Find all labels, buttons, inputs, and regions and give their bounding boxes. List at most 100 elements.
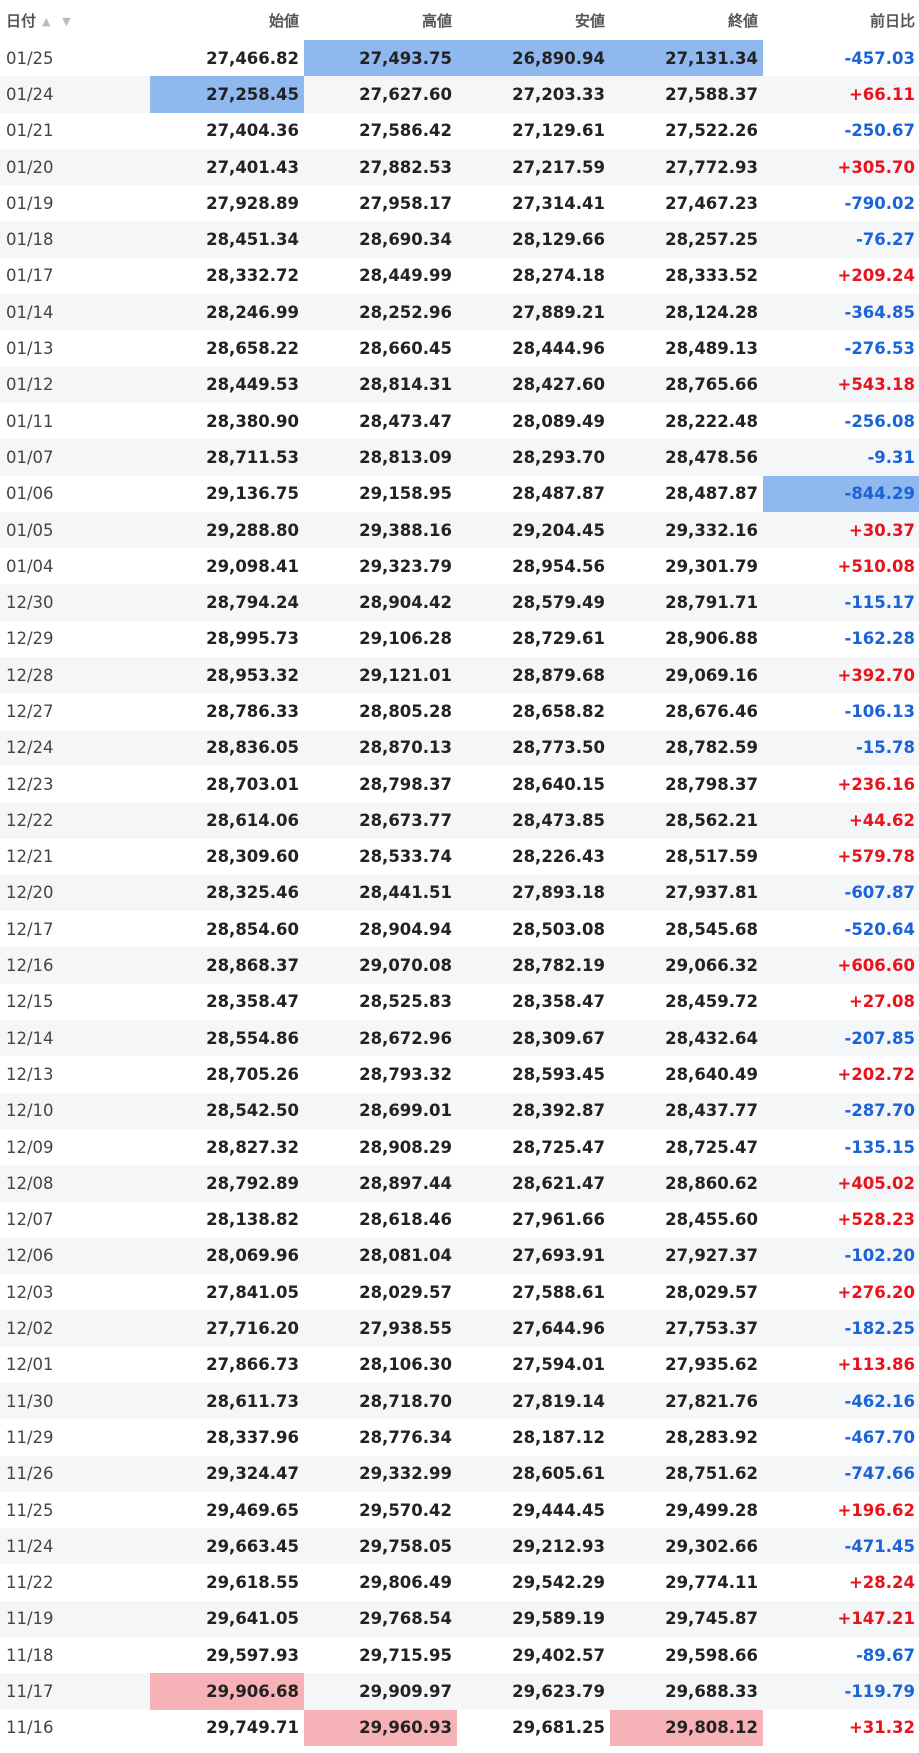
column-header-low[interactable]: 安値 — [457, 0, 610, 40]
cell-change: -207.85 — [844, 1028, 915, 1048]
cell-high: 28,699.01 — [359, 1101, 452, 1121]
cell-date: 01/04 — [6, 556, 54, 576]
cell-low: 28,427.60 — [512, 375, 605, 395]
cell-close: 28,517.59 — [665, 847, 758, 867]
cell-low: 27,693.91 — [512, 1246, 605, 1266]
cell-open: 28,138.82 — [206, 1210, 299, 1230]
cell-close: 29,774.11 — [665, 1573, 758, 1593]
cell-close: 27,522.26 — [665, 121, 758, 141]
column-header-close[interactable]: 終値 — [610, 0, 763, 40]
cell-high: 27,938.55 — [359, 1319, 452, 1339]
column-header-change[interactable]: 前日比 — [763, 0, 919, 40]
cell-change: -747.66 — [844, 1464, 915, 1484]
cell-open: 28,309.60 — [206, 847, 299, 867]
cell-high: 28,718.70 — [359, 1391, 452, 1411]
cell-low: 28,593.45 — [512, 1064, 605, 1084]
cell-date: 01/11 — [6, 411, 54, 431]
cell-change: -276.53 — [844, 339, 915, 359]
cell-close: 28,798.37 — [665, 774, 758, 794]
cell-low: 28,187.12 — [512, 1427, 605, 1447]
cell-high: 29,070.08 — [359, 956, 452, 976]
cell-change: +202.72 — [837, 1064, 916, 1084]
cell-change: +543.18 — [837, 375, 916, 395]
cell-change: -162.28 — [844, 629, 915, 649]
cell-close: 28,725.47 — [665, 1137, 758, 1157]
cell-date: 01/25 — [6, 48, 54, 68]
cell-change: +66.11 — [848, 84, 915, 104]
cell-date: 12/28 — [6, 665, 54, 685]
cell-change: +113.86 — [837, 1355, 916, 1375]
cell-low: 28,725.47 — [512, 1137, 605, 1157]
table-row: 11/24 29,663.45 29,758.05 29,212.93 29,302.6… — [0, 1528, 919, 1565]
table-row: 12/16 28,868.37 29,070.08 28,782.19 29,066.3… — [0, 947, 919, 984]
cell-high: 28,672.96 — [359, 1028, 452, 1048]
cell-change: -364.85 — [844, 302, 915, 322]
cell-close: 29,301.79 — [665, 556, 758, 576]
cell-high: 29,332.99 — [359, 1464, 452, 1484]
cell-close: 28,782.59 — [665, 738, 758, 758]
cell-low: 28,640.15 — [512, 774, 605, 794]
table-row: 01/21 27,404.36 27,586.42 27,129.61 27,522.2… — [0, 112, 919, 149]
table-row: 12/29 28,995.73 29,106.28 28,729.61 28,906.8… — [0, 620, 919, 658]
cell-change: -462.16 — [844, 1391, 915, 1411]
cell-close: 29,066.32 — [665, 956, 758, 976]
cell-date: 12/06 — [6, 1246, 54, 1266]
cell-open: 28,711.53 — [206, 447, 299, 467]
cell-close: 27,588.37 — [665, 84, 758, 104]
cell-close: 28,124.28 — [665, 302, 758, 322]
cell-close: 29,069.16 — [665, 665, 758, 685]
cell-close: 29,332.16 — [665, 520, 758, 540]
cell-close: 28,432.64 — [665, 1028, 758, 1048]
cell-close: 28,478.56 — [665, 447, 758, 467]
cell-change: -790.02 — [844, 193, 915, 213]
table-row: 12/20 28,325.46 28,441.51 27,893.18 27,937.8… — [0, 874, 919, 912]
cell-low: 28,392.87 — [512, 1101, 605, 1121]
cell-change: +606.60 — [837, 956, 916, 976]
cell-high: 27,493.75 — [304, 40, 457, 77]
cell-low: 28,782.19 — [512, 956, 605, 976]
cell-open: 28,337.96 — [206, 1427, 299, 1447]
cell-open: 29,098.41 — [206, 556, 299, 576]
cell-date: 11/18 — [6, 1645, 54, 1665]
cell-date: 12/08 — [6, 1173, 54, 1193]
cell-close: 28,765.66 — [665, 375, 758, 395]
column-header-high[interactable]: 高値 — [304, 0, 457, 40]
cell-date: 01/19 — [6, 193, 54, 213]
cell-change: +147.21 — [837, 1609, 916, 1629]
cell-low: 28,658.82 — [512, 701, 605, 721]
cell-change: +510.08 — [837, 556, 916, 576]
cell-open: 28,554.86 — [206, 1028, 299, 1048]
table-row: 11/16 29,749.71 29,960.93 29,681.25 29,808.1… — [0, 1709, 919, 1746]
cell-change: -89.67 — [855, 1645, 915, 1665]
cell-date: 11/22 — [6, 1573, 54, 1593]
sort-arrows-icon[interactable]: ▲ ▼ — [42, 15, 75, 28]
cell-high: 28,690.34 — [359, 230, 452, 250]
table-row: 12/22 28,614.06 28,673.77 28,473.85 28,562.2… — [0, 802, 919, 839]
cell-low: 28,473.85 — [512, 810, 605, 830]
cell-high: 28,618.46 — [359, 1210, 452, 1230]
cell-date: 12/15 — [6, 992, 54, 1012]
cell-open: 29,906.68 — [150, 1673, 304, 1710]
cell-close: 28,545.68 — [665, 919, 758, 939]
table-row: 01/07 28,711.53 28,813.09 28,293.70 28,478.5… — [0, 439, 919, 476]
cell-change: +196.62 — [837, 1500, 916, 1520]
cell-date: 12/14 — [6, 1028, 54, 1048]
cell-high: 29,960.93 — [304, 1709, 457, 1746]
cell-date: 01/24 — [6, 84, 54, 104]
cell-low: 27,644.96 — [512, 1319, 605, 1339]
cell-close: 29,688.33 — [665, 1682, 758, 1701]
cell-date: 12/17 — [6, 919, 54, 939]
column-header-open[interactable]: 始値 — [150, 0, 304, 40]
column-header-date[interactable]: 日付 ▲ ▼ — [0, 0, 150, 40]
cell-date: 11/19 — [6, 1609, 54, 1629]
cell-high: 29,768.54 — [359, 1609, 452, 1629]
cell-date: 12/09 — [6, 1137, 54, 1157]
table-row: 11/19 29,641.05 29,768.54 29,589.19 29,745.8… — [0, 1600, 919, 1638]
cell-open: 28,705.26 — [206, 1064, 299, 1084]
cell-low: 28,089.49 — [512, 411, 605, 431]
cell-open: 28,246.99 — [206, 302, 299, 322]
cell-date: 11/26 — [6, 1464, 54, 1484]
cell-change: -119.79 — [844, 1682, 915, 1701]
cell-open: 27,401.43 — [206, 157, 299, 177]
table-row: 12/15 28,358.47 28,525.83 28,358.47 28,459.7… — [0, 983, 919, 1021]
